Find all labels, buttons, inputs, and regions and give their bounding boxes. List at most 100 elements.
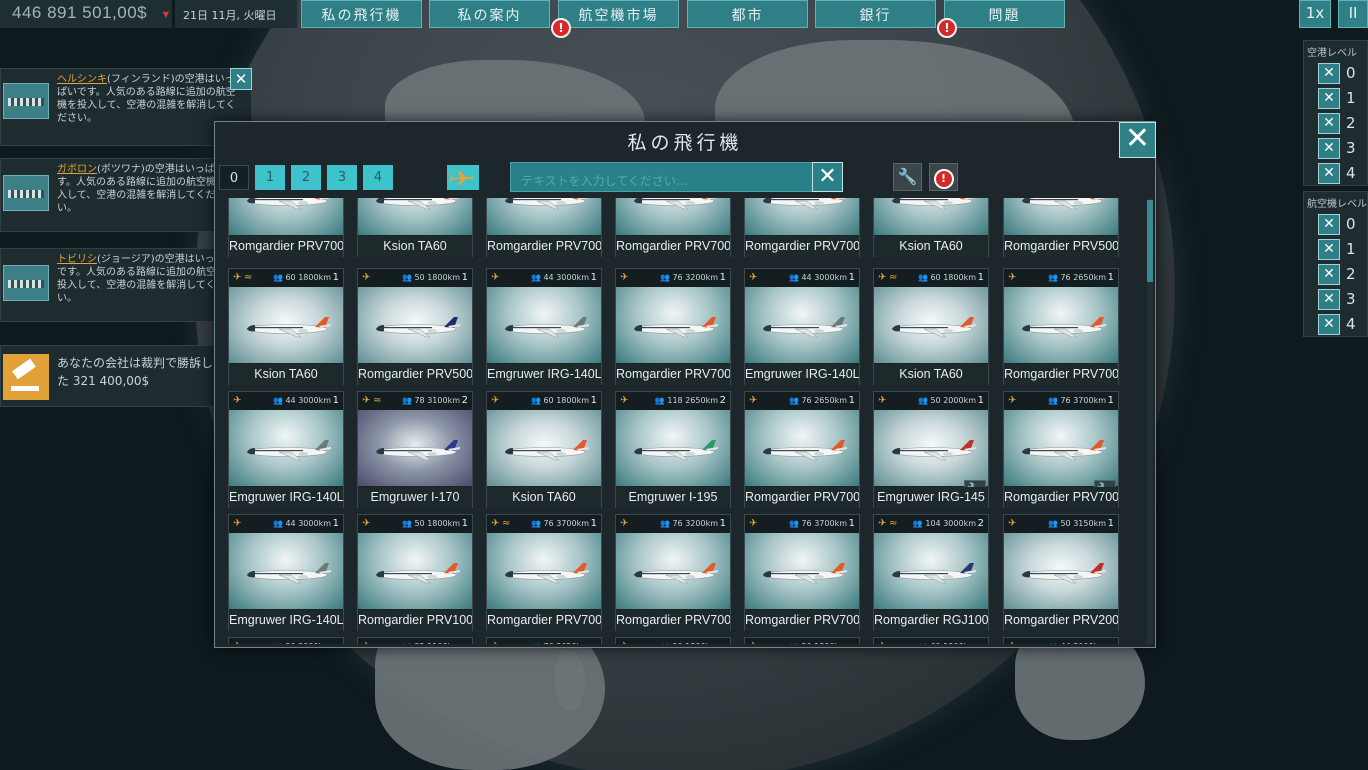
aircraft-card[interactable]: ✈ 👥 76 2650km 1 Romgardier PRV700: [744, 391, 860, 508]
level-checkbox[interactable]: ✕: [1318, 314, 1340, 335]
level-checkbox[interactable]: ✕: [1318, 239, 1340, 260]
aircraft-card[interactable]: ✈ 👥 50 3150km1 Romgardier PRV200LE: [1003, 514, 1119, 631]
search-clear-button[interactable]: ✕: [812, 162, 843, 192]
aircraft-level-row[interactable]: ✕ 2: [1304, 262, 1367, 287]
page-tab-4[interactable]: 4: [363, 165, 393, 190]
aircraft-card[interactable]: Romgardier PRV700RE: [744, 198, 860, 257]
alert-icon[interactable]: !: [551, 18, 571, 38]
aircraft-level-row[interactable]: ✕ 0: [1304, 212, 1367, 237]
nav-button[interactable]: 銀行: [815, 0, 936, 28]
aircraft-photo: [616, 198, 730, 235]
aircraft-card[interactable]: ✈ 👥 50 1800km1 Romgardier PRV100RE: [357, 514, 473, 631]
aircraft-card[interactable]: Romgardier PRV500: [1003, 198, 1119, 257]
aircraft-card[interactable]: ✈ 👥 44 3000km 1 Emgruwer IRG-140LR: [228, 391, 344, 508]
aircraft-card[interactable]: ✈ 👥 60 1800km: [873, 637, 989, 644]
aircraft-card[interactable]: ✈ 👥 50 2000km: [228, 637, 344, 644]
airport-level-row[interactable]: ✕ 3: [1304, 136, 1367, 161]
aircraft-card[interactable]: ✈ 👥 76 3700km1 🔧Romgardier PRV700RE: [1003, 391, 1119, 508]
nav-button[interactable]: 航空機市場: [558, 0, 679, 28]
range: 1800km: [556, 396, 589, 405]
nav-button[interactable]: 私の飛行機: [301, 0, 422, 28]
aircraft-card[interactable]: ✈ 👥 118 2650km 2 Emgruwer I-195: [615, 391, 731, 508]
aircraft-card[interactable]: ✈ ≈ 👥 104 3000km 2 Romgardier RGJ1000: [873, 514, 989, 631]
page-tab-3[interactable]: 3: [327, 165, 357, 190]
page-tab-1[interactable]: 1: [255, 165, 285, 190]
aircraft-image: [246, 198, 331, 210]
aircraft-card[interactable]: ✈≈ 👥 76 3700km1 Romgardier PRV700RE: [486, 514, 602, 631]
aircraft-card[interactable]: Ksion TA60: [357, 198, 473, 257]
page-tab-0[interactable]: 0: [219, 165, 249, 190]
aircraft-card[interactable]: ✈ 👥 32 1100km: [357, 637, 473, 644]
pause-button[interactable]: II: [1338, 0, 1368, 28]
passenger-icon: 👥: [912, 519, 926, 528]
level-checkbox[interactable]: ✕: [1318, 163, 1340, 184]
airport-level-row[interactable]: ✕ 4: [1304, 161, 1367, 186]
aircraft-card[interactable]: Romgardier PRV700RE: [228, 198, 344, 257]
aircraft-card[interactable]: ✈ 👥 76 2650km: [486, 637, 602, 644]
page-tab-2[interactable]: 2: [291, 165, 321, 190]
aircraft-level: 1: [332, 518, 339, 529]
level-checkbox[interactable]: ✕: [1318, 289, 1340, 310]
aircraft-level-row[interactable]: ✕ 3: [1304, 287, 1367, 312]
aircraft-card[interactable]: ✈ 👥 76 2650km 1 Romgardier PRV700: [1003, 268, 1119, 385]
airport-level-row[interactable]: ✕ 1: [1304, 86, 1367, 111]
aircraft-photo: 🔧: [1004, 410, 1118, 502]
aircraft-card[interactable]: ✈ 👥 44 3000km 1 Emgruwer IRG-140LR: [228, 514, 344, 631]
aircraft-card[interactable]: ✈ 👥 76 3700km1 Romgardier PRV700RE: [744, 514, 860, 631]
close-notifications-button[interactable]: ✕: [230, 68, 252, 90]
aircraft-grid[interactable]: Romgardier PRV700RE Ksion TA60 Romgardier …: [227, 198, 1139, 644]
level-checkbox[interactable]: ✕: [1318, 264, 1340, 285]
notification-city-link[interactable]: ガボロン: [57, 164, 97, 175]
aircraft-card[interactable]: ✈ ≈ 👥 78 3100km 2 Emgruwer I-170: [357, 391, 473, 508]
aircraft-level-row[interactable]: ✕ 4: [1304, 312, 1367, 337]
aircraft-card[interactable]: ✈ 👥 76 3200km1 Romgardier PRV700RE: [615, 514, 731, 631]
aircraft-card[interactable]: ✈ 👥 50 1800km: [615, 637, 731, 644]
level-checkbox[interactable]: ✕: [1318, 214, 1340, 235]
nav-button[interactable]: 問題: [944, 0, 1065, 28]
aircraft-image: [375, 440, 460, 461]
plane-type-filter-button[interactable]: [447, 165, 479, 190]
aircraft-search-input[interactable]: [510, 162, 813, 192]
seat-count: 76: [801, 396, 812, 405]
notification-city-link[interactable]: ヘルシンキ: [57, 74, 107, 85]
aircraft-card[interactable]: ✈ 👥 50 1800km: [744, 637, 860, 644]
alert-icon[interactable]: !: [937, 18, 957, 38]
aircraft-card[interactable]: ✈ 👥 50 1800km 1 Romgardier PRV500: [357, 268, 473, 385]
aircraft-card[interactable]: ✈ ≈ 👥 60 1800km 1 Ksion TA60: [228, 268, 344, 385]
airport-level-row[interactable]: ✕ 2: [1304, 111, 1367, 136]
route-icon: ≈: [373, 395, 382, 406]
repair-filter-button[interactable]: 🔧: [893, 163, 922, 191]
aircraft-level: 1: [977, 395, 984, 406]
aircraft-photo: [616, 287, 730, 363]
level-checkbox[interactable]: ✕: [1318, 138, 1340, 159]
level-checkbox[interactable]: ✕: [1318, 63, 1340, 84]
nav-button[interactable]: 私の案内: [429, 0, 550, 28]
aircraft-card[interactable]: Romgardier PRV700RE: [615, 198, 731, 257]
plane-icon: ✈: [749, 518, 758, 529]
aircraft-card[interactable]: ✈ 👥 50 2000km1 🔧Emgruwer IRG-145: [873, 391, 989, 508]
problem-filter-button[interactable]: !: [929, 163, 958, 191]
scrollbar-thumb[interactable]: [1147, 200, 1153, 282]
aircraft-card[interactable]: Ksion TA60: [873, 198, 989, 257]
aircraft-card[interactable]: ✈ 👥 44 3000km: [1003, 637, 1119, 644]
aircraft-card[interactable]: ✈ 👥 44 3000km 1 Emgruwer IRG-140LR: [486, 268, 602, 385]
aircraft-card[interactable]: Romgardier PRV700: [486, 198, 602, 257]
notification-city-link[interactable]: トビリシ: [57, 254, 97, 265]
modal-close-button[interactable]: ✕: [1119, 122, 1156, 158]
aircraft-name: Emgruwer IRG-140LR: [229, 610, 343, 631]
seat-count: 76: [543, 642, 553, 644]
aircraft-card[interactable]: ✈ 👥 76 3200km1 Romgardier PRV700RE: [615, 268, 731, 385]
nav-button[interactable]: 都市: [687, 0, 808, 28]
level-checkbox[interactable]: ✕: [1318, 113, 1340, 134]
aircraft-level-row[interactable]: ✕ 1: [1304, 237, 1367, 262]
aircraft-level: 1: [590, 395, 597, 406]
aircraft-card[interactable]: ✈ ≈ 👥 60 1800km 1 Ksion TA60: [873, 268, 989, 385]
airport-level-row[interactable]: ✕ 0: [1304, 61, 1367, 86]
level-label: 0: [1346, 64, 1356, 82]
level-checkbox[interactable]: ✕: [1318, 88, 1340, 109]
aircraft-specs: 👥 44 3000km: [789, 269, 847, 287]
game-speed-button[interactable]: 1x: [1299, 0, 1331, 28]
aircraft-card[interactable]: ✈ 👥 44 3000km 1 Emgruwer IRG-140LR: [744, 268, 860, 385]
aircraft-card[interactable]: ✈ 👥 60 1800km 1 Ksion TA60: [486, 391, 602, 508]
aircraft-grid-scrollbar[interactable]: [1147, 198, 1153, 644]
